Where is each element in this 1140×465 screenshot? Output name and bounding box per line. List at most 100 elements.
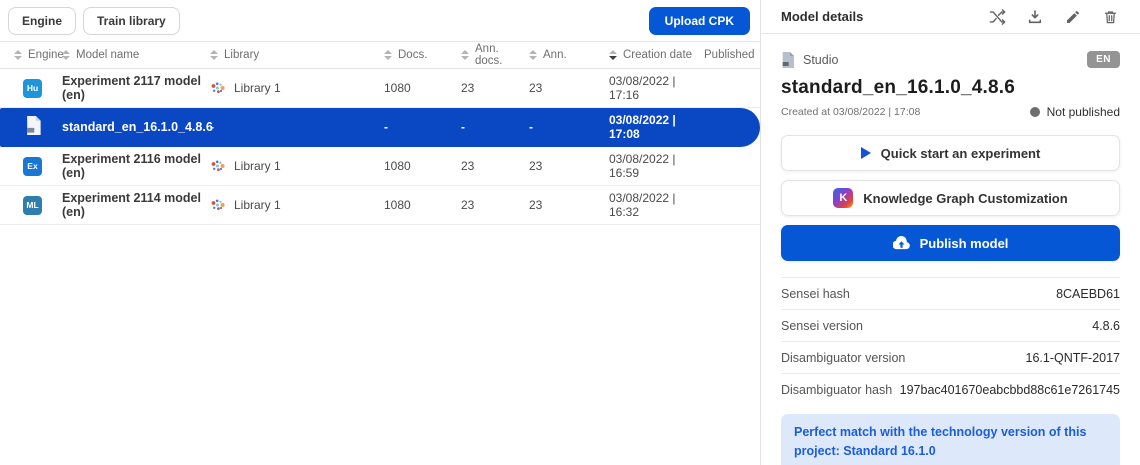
upload-cpk-button[interactable]: Upload CPK (649, 7, 750, 35)
model-details-panel: Model details (760, 0, 1140, 465)
column-label: Published (704, 49, 755, 61)
details-body: Studio EN standard_en_16.1.0_4.8.6 Creat… (761, 51, 1140, 465)
model-properties: Sensei hash 8CAEBD61 Sensei version 4.8.… (781, 277, 1120, 405)
model-type-label: Studio (803, 53, 838, 67)
column-header-ann[interactable]: Ann. (529, 49, 609, 61)
table-row[interactable]: ML Experiment 2114 model (en) Library 1 … (0, 186, 760, 225)
sort-descending-icon[interactable] (609, 50, 617, 60)
sort-icon[interactable] (529, 50, 537, 60)
column-header-ann-docs[interactable]: Ann. docs. (461, 43, 529, 67)
library-name: Library 1 (234, 81, 281, 95)
library-name: - (210, 120, 214, 134)
creation-date-cell: 03/08/2022 | 16:32 (609, 191, 704, 219)
column-header-docs[interactable]: Docs. (384, 49, 461, 61)
library-cell: Library 1 (210, 158, 384, 174)
technology-match-info-banner: Perfect match with the technology versio… (781, 414, 1120, 465)
library-cluster-icon (210, 80, 226, 96)
library-cluster-icon (210, 158, 226, 174)
library-cell: Library 1 (210, 197, 384, 213)
column-label: Creation date (623, 49, 692, 61)
table-row[interactable]: Hu Experiment 2117 model (en) Library 1 … (0, 69, 760, 108)
column-header-model-name[interactable]: Model name (62, 49, 210, 61)
model-name-cell: Experiment 2116 model (en) (62, 152, 210, 180)
sort-icon[interactable] (461, 50, 469, 60)
model-name-cell: standard_en_16.1.0_4.8.6 (62, 120, 210, 134)
ann-cell: 23 (529, 198, 609, 212)
creation-date-cell: 03/08/2022 | 16:59 (609, 152, 704, 180)
app-window: Engine Train library Upload CPK Engine M… (0, 0, 1140, 465)
library-cell: Library 1 (210, 80, 384, 96)
status-dot-icon (1030, 107, 1040, 117)
library-name: Library 1 (234, 159, 281, 173)
delete-trash-icon[interactable] (1103, 8, 1120, 25)
ann-cell: 23 (529, 159, 609, 173)
details-header: Model details (761, 0, 1140, 34)
library-name: Library 1 (234, 198, 281, 212)
publish-model-button[interactable]: Publish model (781, 225, 1120, 261)
studio-document-icon (781, 52, 795, 68)
kg-customization-label: Knowledge Graph Customization (863, 191, 1067, 206)
toolbar: Engine Train library Upload CPK (0, 0, 760, 41)
creation-date-cell: 03/08/2022 | 17:16 (609, 74, 704, 102)
column-header-library[interactable]: Library (210, 49, 384, 61)
creation-date-cell: 03/08/2022 | 17:08 (609, 113, 704, 141)
cpk-document-icon (25, 116, 42, 135)
shuffle-icon[interactable] (989, 8, 1006, 25)
model-name-cell: Experiment 2114 model (en) (62, 191, 210, 219)
property-value: 8CAEBD61 (1056, 287, 1120, 301)
property-value: 197bac401670eabcbbd88c61e7261745 (900, 383, 1120, 397)
property-row: Sensei version 4.8.6 (781, 309, 1120, 341)
table-row[interactable]: Ex Experiment 2116 model (en) Library 1 … (0, 147, 760, 186)
property-value: 4.8.6 (1092, 319, 1120, 333)
train-library-filter-button[interactable]: Train library (83, 7, 180, 35)
sort-icon[interactable] (14, 50, 22, 60)
table-row-selected[interactable]: standard_en_16.1.0_4.8.6 - - - - 03/08/2… (0, 108, 760, 147)
library-cell: - (210, 120, 384, 134)
docs-cell: 1080 (384, 198, 461, 212)
column-label: Ann. (543, 49, 567, 61)
column-header-creation-date[interactable]: Creation date (609, 49, 704, 61)
property-label: Sensei version (781, 319, 863, 333)
download-icon[interactable] (1027, 8, 1044, 25)
property-label: Disambiguator hash (781, 383, 892, 397)
sort-icon[interactable] (210, 50, 218, 60)
publish-status-label: Not published (1047, 105, 1120, 119)
column-label: Ann. docs. (475, 43, 529, 67)
cloud-upload-icon (893, 236, 910, 251)
engine-badge-ex: Ex (23, 157, 42, 176)
knowledge-graph-customization-button[interactable]: K Knowledge Graph Customization (781, 180, 1120, 216)
column-label: Library (224, 49, 259, 61)
ann-docs-cell: 23 (461, 159, 529, 173)
table-header: Engine Model name Library Docs. Ann. doc… (0, 41, 760, 69)
column-header-engine[interactable]: Engine (14, 49, 62, 61)
play-icon (861, 147, 871, 159)
quick-start-experiment-button[interactable]: Quick start an experiment (781, 135, 1120, 171)
ann-docs-cell: - (461, 120, 529, 134)
column-label: Engine (28, 49, 64, 61)
column-header-published: Published (704, 49, 760, 61)
model-type-row: Studio EN (781, 51, 1120, 68)
edit-pencil-icon[interactable] (1065, 8, 1082, 25)
sort-icon[interactable] (384, 50, 392, 60)
action-buttons: Quick start an experiment K Knowledge Gr… (781, 135, 1120, 261)
docs-cell: - (384, 120, 461, 134)
property-label: Disambiguator version (781, 351, 905, 365)
column-label: Docs. (398, 49, 427, 61)
details-actions (989, 8, 1120, 25)
property-row: Disambiguator hash 197bac401670eabcbbd88… (781, 373, 1120, 405)
created-at-label: Created at 03/08/2022 | 17:08 (781, 106, 920, 118)
column-label: Model name (76, 49, 139, 61)
quick-start-label: Quick start an experiment (881, 146, 1041, 161)
language-badge: EN (1087, 51, 1120, 68)
sort-icon[interactable] (62, 50, 70, 60)
property-value: 16.1-QNTF-2017 (1026, 351, 1120, 365)
ann-cell: 23 (529, 81, 609, 95)
engine-badge-hu: Hu (23, 79, 42, 98)
knowledge-graph-icon: K (833, 188, 853, 208)
model-name-cell: Experiment 2117 model (en) (62, 74, 210, 102)
ann-cell: - (529, 120, 609, 134)
property-row: Sensei hash 8CAEBD61 (781, 277, 1120, 309)
property-row: Disambiguator version 16.1-QNTF-2017 (781, 341, 1120, 373)
engine-filter-button[interactable]: Engine (8, 7, 76, 35)
models-table-panel: Engine Train library Upload CPK Engine M… (0, 0, 760, 465)
